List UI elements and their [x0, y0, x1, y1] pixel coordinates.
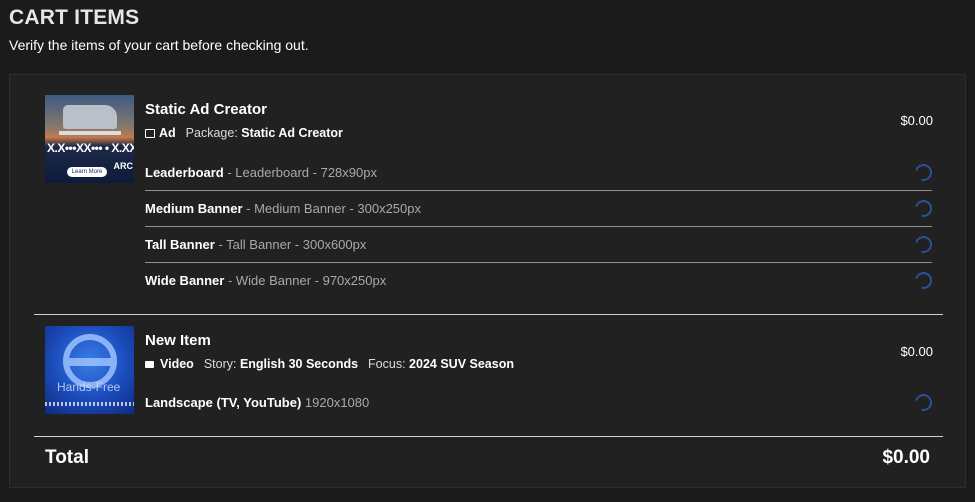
- cart-item-static-ad: X.X•••XX••• • X.XXX ARC Learn More Stati…: [34, 75, 943, 314]
- package-value: Static Ad Creator: [241, 126, 343, 140]
- format-row: Wide Banner - Wide Banner - 970x250px: [145, 263, 936, 299]
- format-desc: - Leaderboard - 728x90px: [223, 165, 377, 180]
- format-name: Tall Banner: [145, 237, 215, 252]
- package-label: Package:: [185, 126, 238, 140]
- format-row: Tall Banner - Tall Banner - 300x600px: [145, 227, 936, 263]
- focus-label: Focus:: [368, 357, 406, 371]
- cart-item-video: Hands-Free New Item Video Story: English …: [34, 315, 943, 436]
- item-title: New Item: [145, 332, 211, 349]
- item-price: $0.00: [900, 344, 933, 359]
- format-desc: 1920x1080: [301, 395, 370, 410]
- format-name: Leaderboard: [145, 165, 224, 180]
- truck-image: [63, 105, 117, 129]
- loading-spinner-icon: [911, 232, 936, 257]
- image-icon: [145, 129, 155, 138]
- item-price: $0.00: [900, 113, 933, 128]
- loading-spinner-icon: [911, 160, 936, 185]
- thumbnail-price-text: X.X•••XX••• • X.XXX: [47, 141, 134, 155]
- thumbnail-learn-more: Learn More: [67, 167, 107, 177]
- total-value: $0.00: [882, 447, 930, 468]
- format-desc: - Tall Banner - 300x600px: [214, 237, 367, 252]
- total-label: Total: [45, 447, 89, 468]
- focus-value: 2024 SUV Season: [409, 357, 514, 371]
- item-title: Static Ad Creator: [145, 101, 267, 118]
- static-ad-thumbnail[interactable]: X.X•••XX••• • X.XXX ARC Learn More: [45, 95, 134, 183]
- format-row: Landscape (TV, YouTube) 1920x1080: [145, 385, 936, 421]
- video-icon: [145, 361, 154, 368]
- video-thumbnail[interactable]: Hands-Free: [45, 326, 134, 414]
- format-name: Wide Banner: [145, 273, 225, 288]
- story-value: English 30 Seconds: [239, 357, 359, 371]
- page-title: CART ITEMS: [9, 6, 140, 29]
- thumbnail-caption: Hands-Free: [57, 380, 121, 394]
- thumbnail-arc-text: ARC: [113, 161, 134, 171]
- format-row: Medium Banner - Medium Banner - 300x250p…: [145, 191, 936, 227]
- format-name: Landscape (TV, YouTube): [145, 395, 302, 410]
- item-meta: Ad Package: Static Ad Creator: [145, 126, 343, 140]
- format-row: Leaderboard - Leaderboard - 728x90px: [145, 155, 936, 191]
- loading-spinner-icon: [911, 196, 936, 221]
- loading-spinner-icon: [911, 268, 936, 293]
- item-type: Ad: [159, 126, 176, 140]
- cart-panel: X.X•••XX••• • X.XXX ARC Learn More Stati…: [9, 74, 966, 488]
- item-meta: Video Story: English 30 Seconds Focus: 202…: [145, 357, 514, 371]
- page-subtitle: Verify the items of your cart before che…: [9, 37, 309, 53]
- total-divider: [34, 436, 943, 437]
- format-desc: - Wide Banner - 970x250px: [224, 273, 387, 288]
- story-label: Story:: [203, 357, 237, 371]
- format-name: Medium Banner: [145, 201, 243, 216]
- format-desc: - Medium Banner - 300x250px: [242, 201, 421, 216]
- loading-spinner-icon: [911, 390, 936, 415]
- item-type: Video: [160, 357, 194, 371]
